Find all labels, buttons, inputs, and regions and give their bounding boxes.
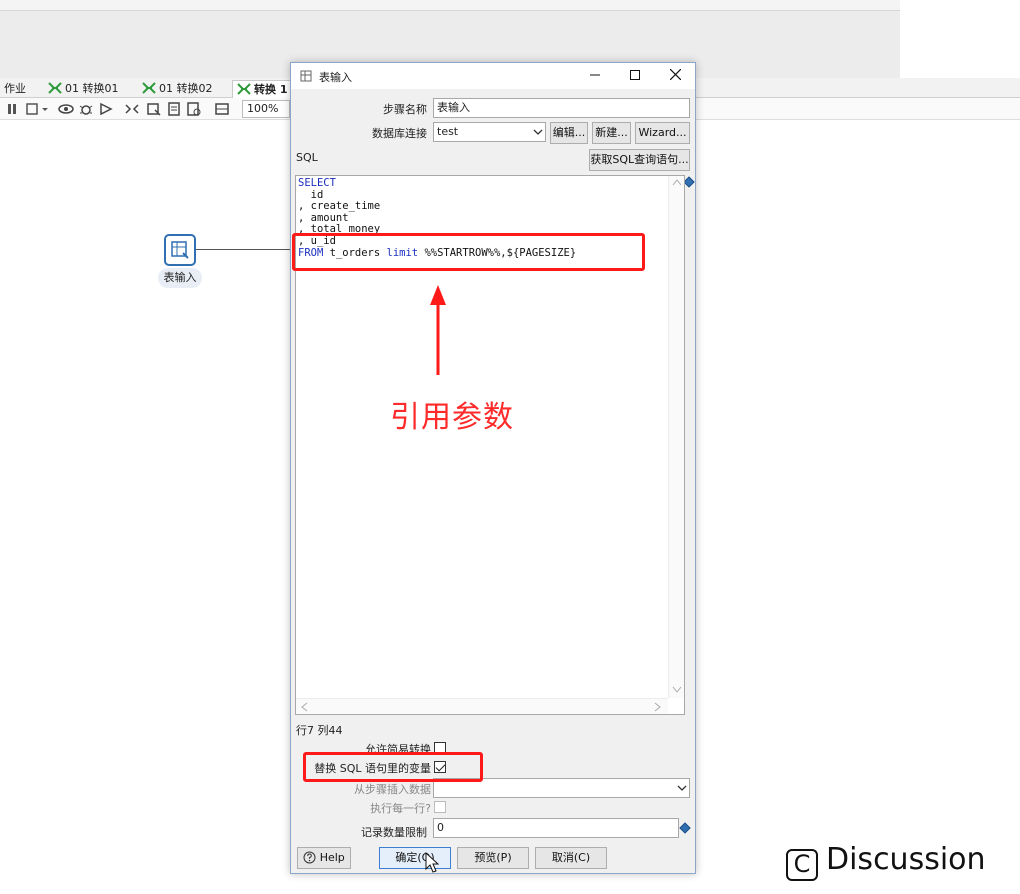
- maximize-button[interactable]: [615, 63, 655, 89]
- sql-line-0: SELECT: [298, 177, 336, 189]
- edit-connection-button[interactable]: 编辑...: [550, 122, 588, 144]
- table-input-icon: [300, 70, 312, 82]
- dialog-titlebar[interactable]: 表输入: [291, 63, 695, 89]
- get-sql-button[interactable]: 获取SQL查询语句...: [589, 149, 690, 171]
- help-button-label: Help: [319, 851, 345, 864]
- stop-icon[interactable]: [24, 101, 40, 117]
- hop-line: [196, 249, 292, 250]
- check-transform-icon[interactable]: [124, 101, 140, 117]
- help-button[interactable]: Help: [297, 847, 351, 869]
- pause-icon[interactable]: [4, 101, 20, 117]
- discussion-watermark: C Discussion: [786, 842, 986, 881]
- debug-icon[interactable]: [78, 101, 94, 117]
- discussion-logo-icon: C: [786, 849, 818, 881]
- transform-icon: [237, 83, 251, 95]
- canvas-step-label: 表输入: [158, 268, 202, 288]
- table-input-icon: [171, 241, 189, 259]
- tab-jobs[interactable]: 作业: [0, 80, 30, 98]
- replace-vars-highlight-box: [303, 752, 483, 782]
- cancel-button[interactable]: 取消(C): [535, 847, 607, 869]
- chevron-down-icon[interactable]: [672, 686, 682, 694]
- variable-diamond-icon: [683, 176, 695, 188]
- insert-from-step-label: 从步骤插入数据: [354, 783, 431, 796]
- sql-highlight-box: [292, 233, 645, 271]
- sql-line-1: id: [298, 188, 324, 201]
- sql-line-3: , amount: [298, 211, 349, 224]
- db-connection-value: test: [437, 125, 459, 138]
- discussion-text: Discussion: [826, 842, 986, 877]
- annotation-text: 引用参数: [390, 400, 514, 435]
- chevron-down-icon[interactable]: [40, 101, 50, 117]
- mouse-cursor-icon: [425, 852, 439, 873]
- new-connection-button[interactable]: 新建...: [592, 122, 631, 144]
- chevron-up-icon[interactable]: [672, 178, 682, 186]
- minimize-icon: [590, 74, 600, 76]
- tab-transform-01[interactable]: 01 转换01: [44, 80, 123, 98]
- tab-label: 01 转换01: [65, 82, 119, 95]
- annotation-arrow-icon: [430, 285, 446, 375]
- minimize-button[interactable]: [575, 63, 615, 89]
- step-name-label: 步骤名称: [383, 103, 427, 116]
- tab-transform-02[interactable]: 01 转换02: [138, 80, 217, 98]
- tab-transform-1[interactable]: 转换 1: [232, 80, 293, 98]
- dialog-title: 表输入: [319, 71, 352, 84]
- close-button[interactable]: [655, 63, 695, 89]
- sql-line-2: , create_time: [298, 200, 381, 213]
- exec-each-row-checkbox[interactable]: [434, 801, 446, 813]
- impact-icon[interactable]: [146, 101, 162, 117]
- transform-icon: [48, 82, 62, 94]
- sql-label: SQL: [296, 151, 318, 164]
- db-connection-select[interactable]: test: [433, 122, 546, 142]
- wizard-button[interactable]: Wizard...: [635, 122, 690, 144]
- close-icon: [669, 68, 681, 81]
- transform-icon: [142, 82, 156, 94]
- record-limit-input[interactable]: 0: [433, 818, 679, 838]
- app-top-band: [0, 0, 900, 10]
- chevron-down-icon: [533, 129, 543, 135]
- step-name-input[interactable]: 表输入: [433, 98, 690, 118]
- help-icon: [303, 851, 316, 864]
- tab-label: 转换 1: [254, 83, 288, 96]
- preview-button[interactable]: 预览(P): [457, 847, 529, 869]
- editor-vertical-scrollbar[interactable]: [668, 176, 684, 698]
- variable-diamond-icon: [679, 822, 691, 834]
- chevron-right-icon[interactable]: [654, 702, 662, 712]
- canvas-step-table-input[interactable]: [164, 234, 196, 266]
- tab-label: 作业: [4, 82, 26, 95]
- db-connection-label: 数据库连接: [372, 127, 427, 140]
- maximize-icon: [630, 70, 640, 80]
- zoom-field[interactable]: 100%: [242, 100, 290, 118]
- cursor-position: 行7 列44: [296, 724, 343, 737]
- play-outline-icon[interactable]: [98, 101, 114, 117]
- record-limit-label: 记录数量限制: [361, 826, 427, 839]
- sql-icon[interactable]: [166, 101, 182, 117]
- chevron-down-icon: [677, 785, 687, 791]
- grid-icon[interactable]: [214, 101, 230, 117]
- chevron-left-icon[interactable]: [300, 702, 308, 712]
- explore-db-icon[interactable]: [186, 101, 202, 117]
- editor-horizontal-scrollbar[interactable]: [296, 698, 668, 714]
- eye-icon[interactable]: [58, 101, 74, 117]
- tab-label: 01 转换02: [159, 82, 213, 95]
- ok-button[interactable]: 确定(O): [379, 847, 451, 869]
- exec-each-row-label: 执行每一行?: [370, 802, 431, 815]
